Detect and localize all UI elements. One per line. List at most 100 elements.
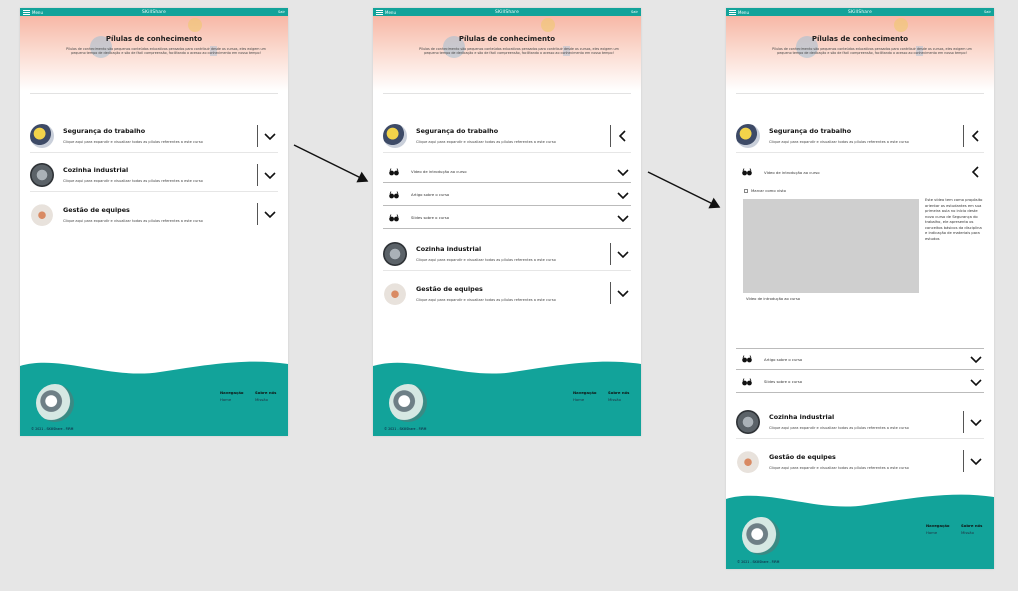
lesson-article[interactable]: Artigo sobre o curso xyxy=(383,184,631,206)
course-desc: Clique aqui para expandir e visualizar t… xyxy=(63,218,203,223)
footer-nav: Navegação Home xyxy=(220,390,244,402)
separator xyxy=(610,124,611,147)
course-cozinha[interactable]: Cozinha industrial Clique aqui para expa… xyxy=(383,237,631,271)
course-title: Gestão de equipes xyxy=(769,452,836,461)
lesson-video[interactable]: Vídeo de introdução ao curso xyxy=(383,161,631,183)
chevron-down-icon[interactable] xyxy=(968,351,984,367)
course-thumbnail xyxy=(736,409,760,434)
course-title: Gestão de equipes xyxy=(63,205,130,214)
footer-about: Sobre nós Missão xyxy=(961,523,982,535)
course-gestao[interactable]: Gestão de equipes Clique aqui para expan… xyxy=(383,276,631,310)
separator xyxy=(257,203,258,225)
course-cozinha[interactable]: Cozinha industrial Clique aqui para expa… xyxy=(30,158,278,192)
chevron-left-icon[interactable] xyxy=(615,128,631,144)
lesson-video[interactable]: Vídeo de introdução ao curso xyxy=(736,161,984,183)
lesson-article[interactable]: Artigo sobre o curso xyxy=(736,348,984,370)
footer-logo xyxy=(36,384,74,422)
footer-nav-heading: Navegação xyxy=(220,390,244,395)
chevron-down-icon[interactable] xyxy=(968,374,984,390)
chevron-down-icon[interactable] xyxy=(262,128,278,144)
course-thumbnail xyxy=(383,241,407,266)
chevron-down-icon[interactable] xyxy=(615,187,631,203)
course-desc: Clique aqui para expandir e visualizar t… xyxy=(769,465,909,470)
screen-collapsed: Menu SKillShare Sair Pílulas de conhecim… xyxy=(20,8,288,436)
top-bar: Menu SKillShare Sair xyxy=(373,8,641,16)
chevron-down-icon[interactable] xyxy=(262,167,278,183)
footer-link-home[interactable]: Home xyxy=(220,397,244,402)
screen-course-expanded: Menu SKillShare Sair Pílulas de conhecim… xyxy=(373,8,641,436)
chevron-down-icon[interactable] xyxy=(615,246,631,262)
course-seguranca[interactable]: Segurança do trabalho Clique aqui para e… xyxy=(30,119,278,153)
lesson-label: Slides sobre o curso xyxy=(411,215,450,220)
footer-link-home[interactable]: Home xyxy=(573,397,597,402)
copyright: © 2021 - SKillShare - FIRM xyxy=(384,427,427,431)
chevron-down-icon[interactable] xyxy=(615,285,631,301)
footer-link-missao[interactable]: Missão xyxy=(255,397,276,402)
video-description: Este vídeo tem como propósito orientar o… xyxy=(925,198,983,241)
course-seguranca[interactable]: Segurança do trabalho Clique aqui para e… xyxy=(736,119,984,153)
flow-arrow-1 xyxy=(293,144,369,183)
footer-nav: Navegação Home xyxy=(926,523,950,535)
separator xyxy=(610,282,611,304)
divider xyxy=(30,93,278,94)
mark-viewed-row[interactable]: Marcar como visto xyxy=(744,188,786,193)
chevron-down-icon[interactable] xyxy=(615,210,631,226)
flow-arrow-2 xyxy=(647,171,721,209)
glasses-icon xyxy=(389,190,399,198)
page-intro: Pílulas de conhecimento são pequenos con… xyxy=(772,47,972,56)
footer-wave xyxy=(20,361,288,382)
chevron-left-icon[interactable] xyxy=(968,164,984,180)
chevron-down-icon[interactable] xyxy=(968,453,984,469)
chevron-down-icon[interactable] xyxy=(968,414,984,430)
chevron-down-icon[interactable] xyxy=(615,164,631,180)
glasses-icon xyxy=(389,213,399,221)
course-thumbnail xyxy=(736,449,760,473)
course-thumbnail xyxy=(30,202,54,226)
footer-nav-heading: Navegação xyxy=(926,523,950,528)
glasses-icon xyxy=(742,168,752,176)
course-thumbnail xyxy=(383,281,407,305)
chevron-left-icon[interactable] xyxy=(968,128,984,144)
page-intro: Pílulas de conhecimento são pequenos con… xyxy=(419,47,619,56)
course-title: Cozinha industrial xyxy=(63,166,129,174)
course-seguranca[interactable]: Segurança do trabalho Clique aqui para e… xyxy=(383,119,631,153)
course-title: Segurança do trabalho xyxy=(63,127,146,135)
footer-about: Sobre nós Missão xyxy=(608,390,629,402)
footer: Navegação Home Sobre nós Missão © 2021 -… xyxy=(726,494,994,569)
footer: Navegação Home Sobre nós Missão © 2021 -… xyxy=(20,361,288,436)
hero-banner: Pílulas de conhecimento Pílulas de conhe… xyxy=(726,16,994,91)
footer-logo xyxy=(742,517,780,555)
course-desc: Clique aqui para expandir e visualizar t… xyxy=(769,426,909,430)
top-bar: Menu SKillShare Sair xyxy=(20,8,288,16)
course-thumbnail xyxy=(736,123,760,148)
glasses-icon xyxy=(389,167,399,175)
course-cozinha[interactable]: Cozinha industrial Clique aqui para expa… xyxy=(736,405,984,439)
footer-nav: Navegação Home xyxy=(573,390,597,402)
course-title: Gestão de equipes xyxy=(416,284,483,293)
hero-banner: Pílulas de conhecimento Pílulas de conhe… xyxy=(20,16,288,91)
course-desc: Clique aqui para expandir e visualizar t… xyxy=(63,140,203,144)
mark-viewed-label: Marcar como visto xyxy=(751,188,786,193)
course-thumbnail xyxy=(383,123,407,148)
screen-lesson-expanded: Menu SKillShare Sair Pílulas de conhecim… xyxy=(726,8,994,569)
footer-link-missao[interactable]: Missão xyxy=(608,397,629,402)
bulb-deco xyxy=(541,18,555,32)
footer-nav-heading: Navegação xyxy=(573,390,597,395)
footer-about: Sobre nós Missão xyxy=(255,390,276,402)
footer-about-heading: Sobre nós xyxy=(255,390,277,395)
separator xyxy=(963,124,964,147)
course-gestao[interactable]: Gestão de equipes Clique aqui para expan… xyxy=(736,444,984,478)
video-player[interactable] xyxy=(743,199,919,293)
divider xyxy=(736,93,984,94)
mark-viewed-checkbox[interactable] xyxy=(744,188,748,193)
glasses-icon xyxy=(742,355,752,363)
lesson-slides[interactable]: Slides sobre o curso xyxy=(383,207,631,229)
footer-about-heading: Sobre nós xyxy=(608,390,630,395)
footer-link-missao[interactable]: Missão xyxy=(961,530,982,535)
chevron-down-icon[interactable] xyxy=(262,206,278,222)
footer-about-heading: Sobre nós xyxy=(961,523,983,528)
lesson-label: Artigo sobre o curso xyxy=(764,356,803,362)
course-gestao[interactable]: Gestão de equipes Clique aqui para expan… xyxy=(30,197,278,231)
footer-link-home[interactable]: Home xyxy=(926,530,950,535)
lesson-slides[interactable]: Slides sobre o curso xyxy=(736,371,984,393)
